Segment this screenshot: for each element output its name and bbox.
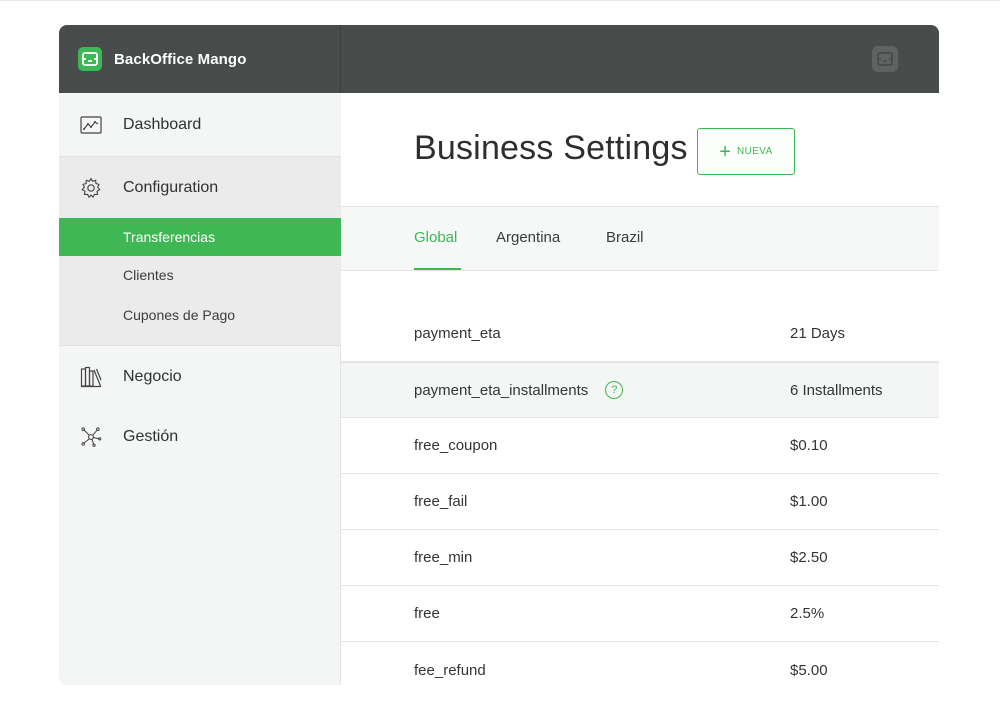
setting-key: free_min — [414, 549, 473, 566]
country-tabs: Global Argentina Brazil — [341, 206, 939, 271]
sidebar-item-label: Dashboard — [123, 115, 202, 133]
sidebar-subitem-transferencias[interactable]: Transferencias — [59, 218, 341, 256]
sidebar-subitem-clientes[interactable]: Clientes — [59, 256, 341, 294]
sidebar-subitem-label: Cupones de Pago — [123, 307, 236, 323]
new-setting-button[interactable]: + NUEVA — [697, 128, 795, 175]
configuration-group: Configuration Transferencias Clientes Cu… — [59, 156, 341, 346]
help-icon[interactable]: ? — [605, 381, 624, 399]
mango-logo-icon — [78, 47, 102, 71]
setting-value: $2.50 — [790, 549, 828, 566]
sidebar-item-label: Configuration — [123, 178, 219, 196]
sidebar-subitem-cupones-de-pago[interactable]: Cupones de Pago — [59, 296, 341, 334]
setting-value: $1.00 — [790, 493, 828, 510]
table-row[interactable]: free 2.5% — [341, 586, 939, 642]
sidebar-item-dashboard[interactable]: Dashboard — [59, 93, 341, 156]
table-row[interactable]: payment_eta_installments ? 6 Installment… — [341, 362, 939, 418]
sidebar-subitem-label: Transferencias — [123, 229, 216, 245]
table-row[interactable]: free_coupon $0.10 — [341, 418, 939, 474]
table-row[interactable]: fee_refund $5.00 — [341, 642, 939, 685]
table-row[interactable]: free_min $2.50 — [341, 530, 939, 586]
tab-brazil[interactable]: Brazil — [606, 229, 644, 246]
setting-value: 2.5% — [790, 605, 825, 622]
setting-key: payment_eta — [414, 325, 501, 342]
setting-key: free — [414, 605, 440, 622]
setting-key-label: payment_eta_installments — [414, 381, 589, 399]
plus-icon: + — [719, 140, 731, 163]
sidebar-item-configuration[interactable]: Configuration — [59, 157, 341, 218]
table-row[interactable]: free_fail $1.00 — [341, 474, 939, 530]
sidebar-item-gestion[interactable]: Gestión — [59, 409, 341, 465]
setting-value: 6 Installments — [790, 381, 883, 399]
mango-logo-icon[interactable] — [872, 46, 898, 72]
active-tab-indicator — [414, 268, 461, 270]
books-icon — [80, 366, 102, 388]
new-button-label: NUEVA — [736, 146, 773, 157]
setting-key: fee_refund — [414, 661, 486, 679]
sidebar-subitem-label: Clientes — [123, 267, 174, 283]
setting-value: 21 Days — [790, 325, 846, 342]
setting-value: $0.10 — [790, 437, 828, 454]
page-title: Business Settings — [414, 129, 688, 167]
app-header: BackOffice Mango — [59, 25, 939, 93]
brand-name: BackOffice Mango — [114, 50, 247, 68]
setting-value: $5.00 — [790, 661, 828, 679]
brand[interactable]: BackOffice Mango — [59, 25, 341, 93]
gear-icon — [80, 177, 102, 199]
chart-line-icon — [80, 114, 102, 136]
network-icon — [80, 426, 102, 448]
main-content: Business Settings + NUEVA Global Argenti… — [341, 93, 939, 685]
setting-key: payment_eta_installments ? — [414, 381, 624, 399]
sidebar-item-label: Negocio — [123, 368, 182, 385]
setting-key: free_fail — [414, 493, 468, 510]
setting-key: free_coupon — [414, 437, 498, 454]
sidebar-item-negocio[interactable]: Negocio — [59, 349, 341, 405]
app-window: BackOffice Mango Dashboard Configuration… — [59, 25, 939, 685]
tab-global[interactable]: Global — [414, 229, 457, 246]
sidebar-item-label: Gestión — [123, 428, 179, 445]
sidebar: Dashboard Configuration Transferencias C… — [59, 93, 341, 685]
top-divider — [0, 0, 1000, 1]
table-row[interactable]: payment_eta 21 Days — [341, 306, 939, 362]
tab-argentina[interactable]: Argentina — [496, 229, 560, 246]
